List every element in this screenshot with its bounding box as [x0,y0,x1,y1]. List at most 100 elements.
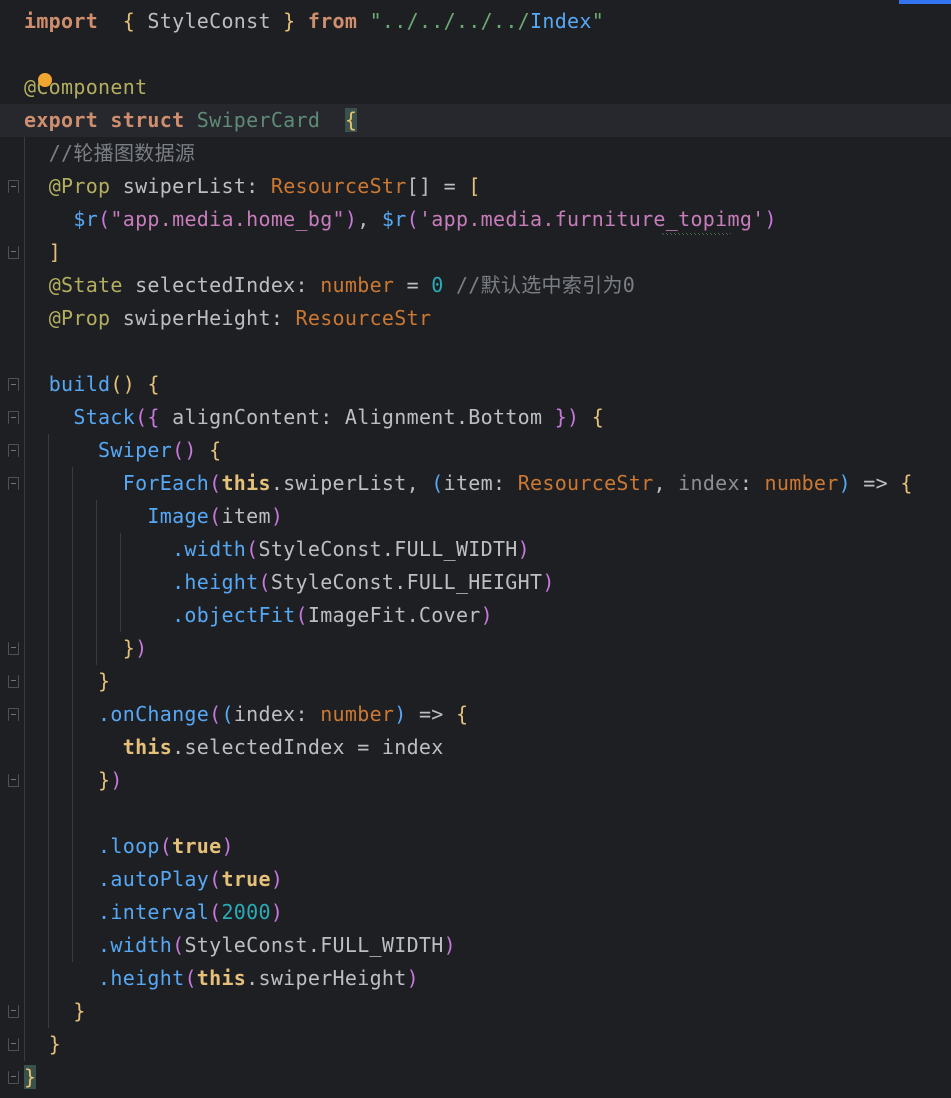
fold-expand-icon[interactable] [8,411,19,424]
code-line[interactable]: }) [24,764,123,797]
code-token: selectedIndex [122,273,296,297]
code-token: } [122,636,136,660]
code-token: ) [221,834,234,858]
code-line[interactable]: ForEach(this.swiperList, (item: Resource… [24,467,913,500]
code-token: .objectFit [172,603,296,627]
code-line[interactable]: import { StyleConst } from "../../../../… [24,5,604,38]
fold-expand-icon[interactable] [8,708,19,721]
fold-collapse-icon[interactable] [8,1005,19,1018]
code-editor[interactable]: import { StyleConst } from "../../../../… [0,0,951,1098]
code-token: struct [98,108,185,132]
code-token: Stack [73,405,136,429]
code-line[interactable]: .autoPlay(true) [24,863,283,896]
fold-collapse-icon[interactable] [8,246,19,259]
fold-expand-icon[interactable] [8,180,19,193]
code-line[interactable]: .height(StyleConst.FULL_HEIGHT) [24,566,555,599]
code-token: ( [209,504,222,528]
code-token: } [48,1032,62,1056]
code-line[interactable]: .width(StyleConst.FULL_WIDTH) [24,929,456,962]
code-token: ( [209,702,222,726]
fold-collapse-icon[interactable] [8,1038,19,1051]
fold-collapse-icon[interactable] [8,774,19,787]
code-line[interactable]: Stack({ alignContent: Alignment.Bottom }… [24,401,604,434]
code-token: ( [246,537,259,561]
code-line[interactable]: } [24,1028,61,1061]
code-token: () [172,438,197,462]
code-token: ( [295,603,308,627]
code-token: ) [394,702,407,726]
code-line[interactable]: .onChange((index: number) => { [24,698,468,731]
code-token: .height [172,570,259,594]
code-token: }) [554,405,580,429]
code-token: item [443,471,493,495]
code-token: true [172,834,222,858]
code-line[interactable]: .height(this.swiperHeight) [24,962,419,995]
code-token: StyleConst.FULL_WIDTH [184,933,444,957]
code-line[interactable]: @State selectedIndex: number = 0 //默认选中索… [24,269,635,302]
code-line[interactable]: .interval(2000) [24,896,283,929]
code-line[interactable]: //轮播图数据源 [24,137,195,170]
code-line[interactable]: ] [24,236,61,269]
code-token: : [295,702,321,726]
code-line[interactable]: build() { [24,368,160,401]
code-token: ( [184,966,197,990]
code-line[interactable]: @Prop swiperHeight: ResourceStr [24,302,431,335]
code-token: ../../../../ [381,9,531,33]
code-token: } [24,1065,37,1089]
warning-bulb-icon[interactable] [38,73,52,87]
code-line[interactable]: .loop(true) [24,830,234,863]
scrollbar-thumb[interactable] [899,0,951,4]
code-token: ) [406,966,419,990]
code-line[interactable]: .width(StyleConst.FULL_WIDTH) [24,533,530,566]
code-token: this [221,471,271,495]
fold-expand-icon[interactable] [8,378,19,391]
code-token: StyleConst.FULL_HEIGHT [270,570,543,594]
fold-expand-icon[interactable] [8,444,19,457]
code-token: : [493,471,518,495]
code-line[interactable]: .objectFit(ImageFit.Cover) [24,599,493,632]
code-token: this [196,966,247,990]
code-line[interactable]: this.selectedIndex = index [24,731,444,764]
code-line[interactable]: } [24,1061,37,1094]
code-token: () [110,372,136,396]
fold-expand-icon[interactable] [8,477,19,490]
code-line[interactable]: } [24,665,110,698]
code-token: Image [147,504,210,528]
fold-collapse-icon[interactable] [8,1071,19,1084]
code-token: import [24,9,99,33]
code-token: //轮播图数据源 [48,141,196,165]
code-token: ResourceStr [517,471,654,495]
code-token: Index [530,9,592,33]
code-token: .swiperList, [270,471,432,495]
code-token: number [764,471,839,495]
code-line[interactable]: Image(item) [24,500,283,533]
code-token: number [320,273,395,297]
code-line[interactable]: Swiper() { [24,434,221,467]
code-token: ( [258,570,271,594]
code-line[interactable]: @Prop swiperList: ResourceStr[] = [ [24,170,481,203]
code-token: ) [344,207,358,231]
code-token: } [73,999,86,1023]
code-token: index [678,471,740,495]
code-line[interactable]: export struct SwiperCard { [24,104,358,137]
code-token: ) [764,207,777,231]
code-line[interactable]: }) [24,632,147,665]
fold-collapse-icon[interactable] [8,675,19,688]
code-token: ForEach [122,471,210,495]
code-line[interactable]: $r("app.media.home_bg"), $r('app.media.f… [24,203,777,236]
code-token: ResourceStr [270,174,407,198]
code-line[interactable]: } [24,995,86,1028]
fold-collapse-icon[interactable] [8,642,19,655]
